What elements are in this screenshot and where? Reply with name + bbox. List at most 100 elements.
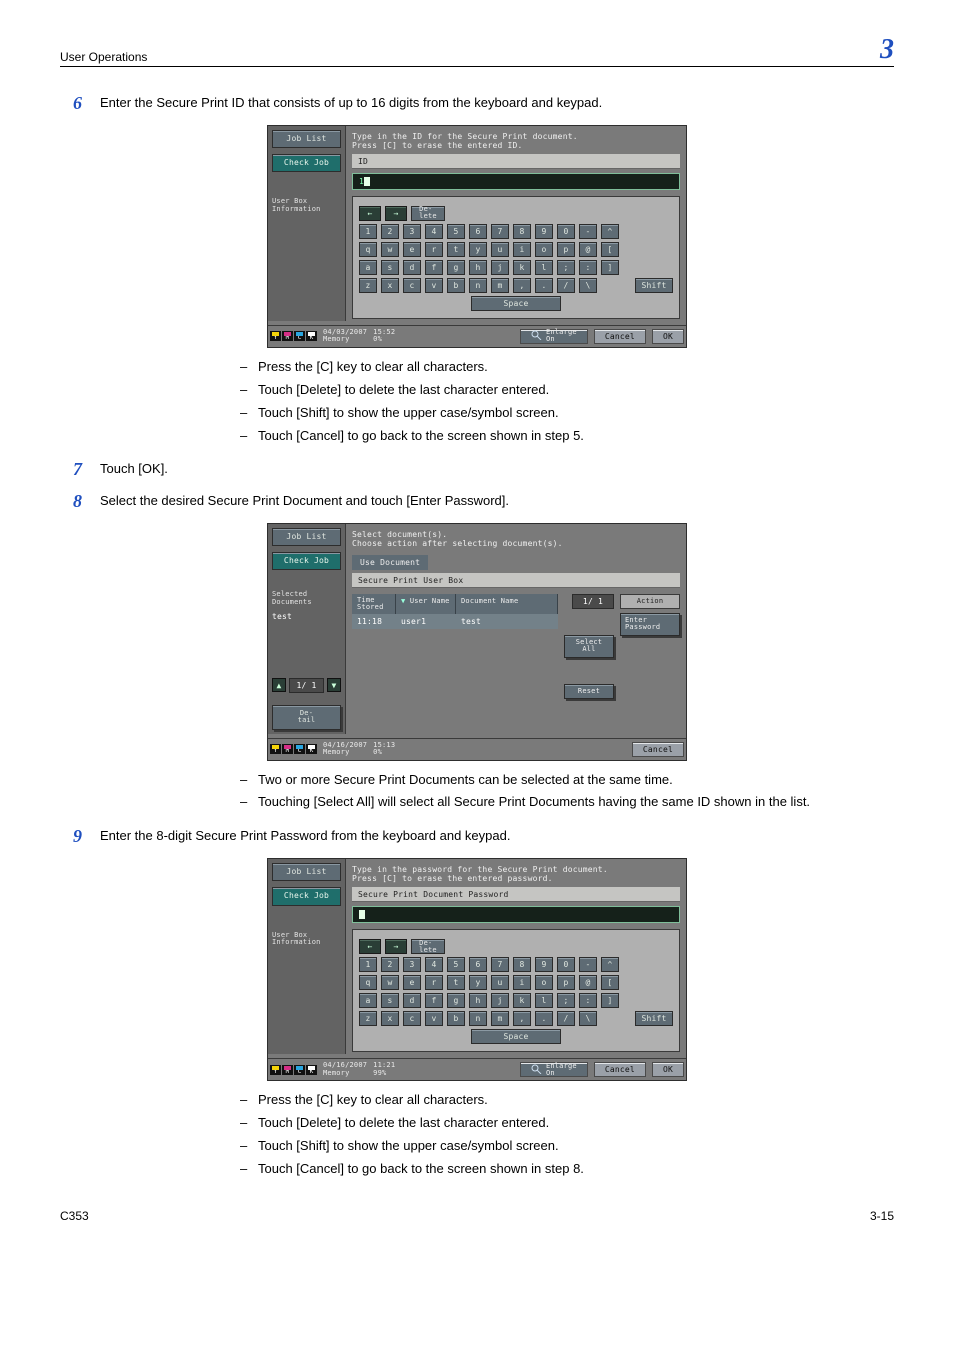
keyboard-key[interactable]: i (513, 242, 531, 257)
keyboard-key[interactable]: 5 (447, 224, 465, 239)
shift-key[interactable]: Shift (635, 1011, 673, 1026)
keyboard-key[interactable]: y (469, 975, 487, 990)
keyboard-key[interactable]: r (425, 242, 443, 257)
keyboard-key[interactable]: f (425, 993, 443, 1008)
keyboard-key[interactable]: p (557, 242, 575, 257)
keyboard-key[interactable]: h (469, 260, 487, 275)
keyboard-key[interactable]: . (535, 1011, 553, 1026)
keyboard-key[interactable]: 1 (359, 957, 377, 972)
keyboard-key[interactable]: c (403, 278, 421, 293)
keyboard-key[interactable]: z (359, 278, 377, 293)
keyboard-key[interactable]: , (513, 1011, 531, 1026)
password-input[interactable] (352, 906, 680, 923)
keyboard-key[interactable]: d (403, 260, 421, 275)
job-list-button[interactable]: Job List (272, 863, 341, 881)
cancel-button[interactable]: Cancel (594, 329, 646, 344)
col-time[interactable]: Time Stored (352, 594, 396, 614)
keyboard-key[interactable]: 0 (557, 224, 575, 239)
keyboard-key[interactable]: 8 (513, 957, 531, 972)
table-row[interactable]: 11:18 user1 test (352, 614, 558, 629)
keyboard-key[interactable]: ^ (601, 224, 619, 239)
keyboard-key[interactable]: ] (601, 993, 619, 1008)
keyboard-key[interactable]: u (491, 975, 509, 990)
keyboard-key[interactable]: 9 (535, 224, 553, 239)
space-key[interactable]: Space (471, 296, 561, 311)
keyboard-key[interactable]: q (359, 975, 377, 990)
select-all-button[interactable]: Select All (564, 635, 614, 658)
keyboard-key[interactable]: \ (579, 1011, 597, 1026)
keyboard-key[interactable]: j (491, 993, 509, 1008)
keyboard-key[interactable]: r (425, 975, 443, 990)
keyboard-key[interactable]: l (535, 993, 553, 1008)
detail-button[interactable]: De- tail (272, 705, 341, 730)
keyboard-key[interactable]: 2 (381, 957, 399, 972)
keyboard-key[interactable]: n (469, 1011, 487, 1026)
keyboard-key[interactable]: 5 (447, 957, 465, 972)
keyboard-key[interactable]: . (535, 278, 553, 293)
keyboard-key[interactable]: l (535, 260, 553, 275)
keyboard-key[interactable]: i (513, 975, 531, 990)
keyboard-key[interactable]: e (403, 975, 421, 990)
keyboard-key[interactable]: t (447, 242, 465, 257)
ok-button[interactable]: OK (652, 1062, 684, 1077)
keyboard-key[interactable]: d (403, 993, 421, 1008)
keyboard-key[interactable]: v (425, 1011, 443, 1026)
cancel-button[interactable]: Cancel (632, 742, 684, 757)
keyboard-key[interactable]: s (381, 993, 399, 1008)
keyboard-key[interactable]: [ (601, 242, 619, 257)
cancel-button[interactable]: Cancel (594, 1062, 646, 1077)
delete-button[interactable]: De- lete (411, 939, 445, 954)
keyboard-key[interactable]: v (425, 278, 443, 293)
enter-password-button[interactable]: Enter Password (620, 613, 680, 636)
ok-button[interactable]: OK (652, 329, 684, 344)
keyboard-key[interactable]: , (513, 278, 531, 293)
keyboard-key[interactable]: c (403, 1011, 421, 1026)
keyboard-key[interactable]: x (381, 1011, 399, 1026)
delete-button[interactable]: De- lete (411, 206, 445, 221)
keyboard-key[interactable]: / (557, 278, 575, 293)
keyboard-key[interactable]: : (579, 993, 597, 1008)
keyboard-key[interactable]: \ (579, 278, 597, 293)
keyboard-key[interactable]: 8 (513, 224, 531, 239)
job-list-button[interactable]: Job List (272, 130, 341, 148)
check-job-button[interactable]: Check Job (272, 887, 341, 905)
keyboard-key[interactable]: 7 (491, 957, 509, 972)
col-user[interactable]: ▼ User Name (396, 594, 456, 614)
keyboard-key[interactable]: ] (601, 260, 619, 275)
keyboard-key[interactable]: x (381, 278, 399, 293)
keyboard-key[interactable]: a (359, 260, 377, 275)
enlarge-button[interactable]: Enlarge On (520, 329, 588, 344)
keyboard-key[interactable]: a (359, 993, 377, 1008)
page-up-button[interactable]: ▲ (272, 678, 286, 692)
keyboard-key[interactable]: o (535, 242, 553, 257)
keyboard-key[interactable]: [ (601, 975, 619, 990)
keyboard-key[interactable]: g (447, 260, 465, 275)
keyboard-key[interactable]: 3 (403, 957, 421, 972)
arrow-left-button[interactable]: ← (359, 206, 381, 221)
keyboard-key[interactable]: 7 (491, 224, 509, 239)
keyboard-key[interactable]: p (557, 975, 575, 990)
keyboard-key[interactable]: o (535, 975, 553, 990)
enlarge-button[interactable]: Enlarge On (520, 1062, 588, 1077)
keyboard-key[interactable]: 4 (425, 957, 443, 972)
col-doc[interactable]: Document Name (456, 594, 558, 614)
keyboard-key[interactable]: 6 (469, 224, 487, 239)
keyboard-key[interactable]: m (491, 1011, 509, 1026)
keyboard-key[interactable]: @ (579, 242, 597, 257)
keyboard-key[interactable]: b (447, 278, 465, 293)
keyboard-key[interactable]: @ (579, 975, 597, 990)
keyboard-key[interactable]: 4 (425, 224, 443, 239)
keyboard-key[interactable]: n (469, 278, 487, 293)
arrow-right-button[interactable]: → (385, 206, 407, 221)
keyboard-key[interactable]: / (557, 1011, 575, 1026)
keyboard-key[interactable]: : (579, 260, 597, 275)
keyboard-key[interactable]: ^ (601, 957, 619, 972)
keyboard-key[interactable]: - (579, 224, 597, 239)
keyboard-key[interactable]: k (513, 993, 531, 1008)
check-job-button[interactable]: Check Job (272, 552, 341, 570)
keyboard-key[interactable]: k (513, 260, 531, 275)
keyboard-key[interactable]: t (447, 975, 465, 990)
keyboard-key[interactable]: ; (557, 260, 575, 275)
keyboard-key[interactable]: u (491, 242, 509, 257)
reset-button[interactable]: Reset (564, 684, 614, 699)
